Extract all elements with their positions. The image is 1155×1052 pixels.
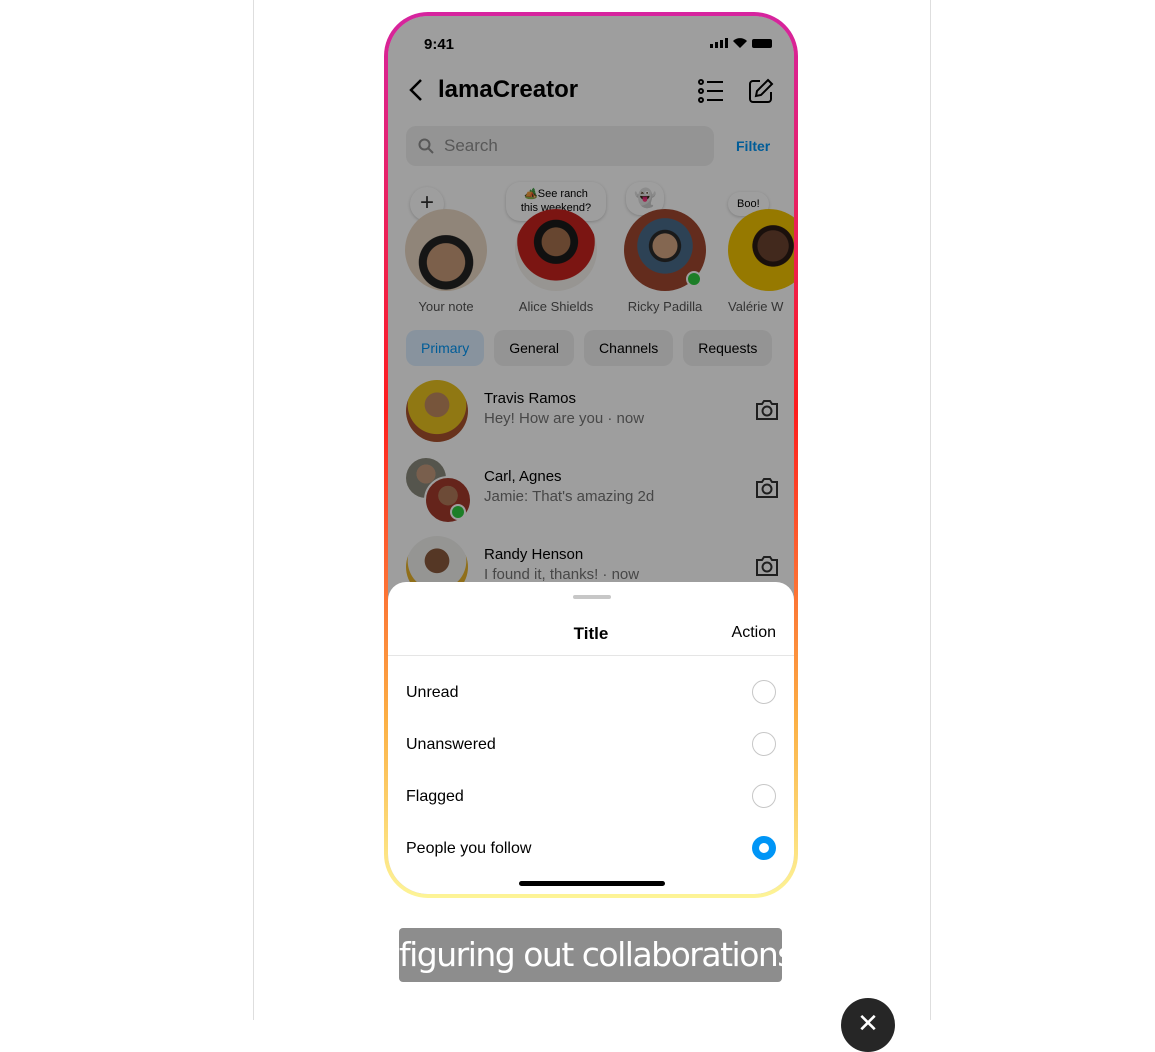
radio-button[interactable] <box>752 680 776 704</box>
divider <box>388 655 794 656</box>
option-unanswered[interactable]: Unanswered <box>406 720 776 772</box>
radio-button[interactable] <box>752 784 776 808</box>
sheet-grabber[interactable] <box>573 595 611 599</box>
close-icon[interactable]: ✕ <box>841 998 895 1052</box>
radio-button-selected[interactable] <box>752 836 776 860</box>
phone-frame: 9:41 lamaCreator Search Filter + Your no… <box>384 12 798 898</box>
phone-screen: 9:41 lamaCreator Search Filter + Your no… <box>388 16 794 894</box>
radio-button[interactable] <box>752 732 776 756</box>
option-people-you-follow[interactable]: People you follow <box>406 824 776 876</box>
option-unread[interactable]: Unread <box>406 668 776 720</box>
video-caption: figuring out collaborations, <box>399 928 782 982</box>
option-label: Flagged <box>406 788 464 805</box>
sheet-action-button[interactable]: Action <box>732 624 776 642</box>
option-label: Unread <box>406 684 459 701</box>
option-label: Unanswered <box>406 736 496 753</box>
filter-bottom-sheet: Title Action Unread Unanswered Flagged P… <box>388 582 794 894</box>
home-indicator <box>519 881 665 886</box>
option-label: People you follow <box>406 840 532 857</box>
option-flagged[interactable]: Flagged <box>406 772 776 824</box>
